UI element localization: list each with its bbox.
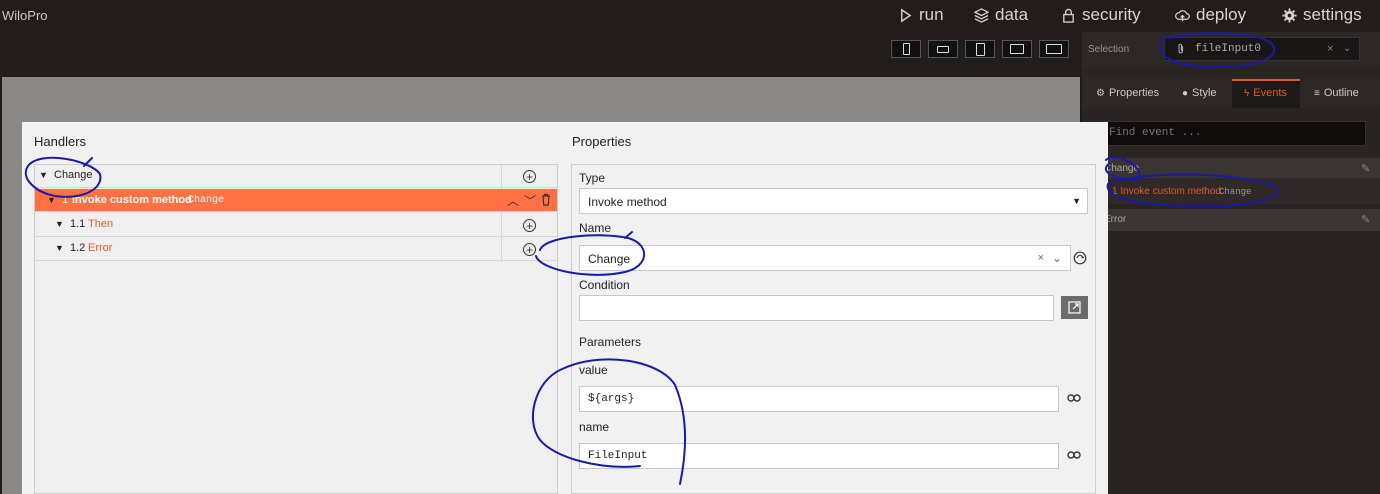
param-value-label: value	[579, 363, 608, 377]
gear-icon: ⚙	[1096, 87, 1105, 99]
condition-input[interactable]	[579, 295, 1054, 321]
tab-outline-label: Outline	[1323, 87, 1359, 99]
open-editor-button[interactable]	[1061, 296, 1088, 319]
move-down-icon[interactable]: ﹀	[524, 192, 536, 209]
edit-icon[interactable]: ✎	[1361, 213, 1370, 226]
palette-icon: ●	[1182, 87, 1189, 99]
device-desktop-button[interactable]	[1039, 40, 1069, 58]
chevron-down-icon[interactable]: ⌄	[1343, 43, 1351, 54]
trash-icon[interactable]	[541, 193, 551, 209]
triangle-down-icon: ▼	[55, 219, 64, 229]
event-handler-item[interactable]: 1 Invoke custom method	[1112, 186, 1221, 197]
device-phone-landscape-button[interactable]	[928, 40, 958, 58]
link-icon[interactable]	[1067, 449, 1081, 463]
edit-icon[interactable]: ✎	[1361, 162, 1370, 175]
clear-icon[interactable]: ×	[1038, 252, 1044, 264]
play-icon	[901, 8, 912, 22]
type-select[interactable]: Invoke method ▼	[579, 188, 1088, 214]
tree-error-label: Error	[88, 242, 113, 254]
phone-portrait-icon	[902, 43, 910, 55]
tree-row-change[interactable]: ▼ Change +	[35, 164, 557, 188]
paperclip-icon	[1176, 43, 1186, 58]
event-handler-code: Change	[1219, 187, 1252, 197]
type-select-value: Invoke method	[588, 195, 667, 209]
tab-properties-label: Properties	[1108, 87, 1160, 99]
tab-events-label: Events	[1253, 87, 1287, 99]
device-phone-portrait-button[interactable]	[891, 40, 921, 58]
nav-security-label: security	[1082, 5, 1141, 24]
tab-style-label: Style	[1192, 87, 1217, 99]
nav-run[interactable]: run	[898, 5, 944, 25]
desktop-icon	[1046, 44, 1062, 54]
name-label: Name	[579, 221, 612, 235]
refresh-icon[interactable]	[1073, 251, 1087, 268]
nav-run-label: run	[919, 5, 944, 24]
phone-landscape-icon	[937, 45, 949, 53]
parameters-label: Parameters	[579, 335, 642, 349]
condition-label: Condition	[579, 278, 630, 292]
top-bar	[0, 0, 1380, 32]
tablet-landscape-icon	[1010, 44, 1024, 54]
tablet-portrait-icon	[975, 42, 985, 56]
tree-error-number: 1.2	[70, 242, 86, 254]
handlers-title: Handlers	[34, 134, 87, 149]
tab-properties[interactable]: ⚙ Properties	[1096, 80, 1159, 106]
lightning-icon: ϟ	[1244, 87, 1250, 99]
gear-icon	[1282, 7, 1297, 23]
triangle-down-icon: ▼	[39, 170, 48, 180]
param-name-input[interactable]: FileInput	[579, 443, 1059, 469]
add-circle-icon[interactable]: +	[523, 219, 536, 232]
nav-data[interactable]: data	[974, 5, 1028, 25]
app-brand: WiloPro	[2, 8, 48, 23]
tree-invoke-label: Invoke custom method	[72, 194, 192, 206]
tree-row-then[interactable]: ▼ 1.1 Then +	[35, 213, 557, 237]
list-icon: ≡	[1314, 87, 1320, 99]
triangle-down-icon: ▼	[47, 195, 56, 205]
param-value-input[interactable]: ${args}	[579, 386, 1059, 412]
tab-events[interactable]: ϟ Events	[1244, 80, 1287, 106]
tree-then-number: 1.1	[70, 218, 86, 230]
nav-deploy[interactable]: deploy	[1175, 5, 1246, 25]
add-circle-icon[interactable]: +	[523, 170, 536, 183]
tree-row-error[interactable]: ▼ 1.2 Error +	[35, 237, 557, 261]
triangle-down-icon: ▼	[55, 243, 64, 253]
selection-label: Selection	[1088, 44, 1130, 55]
tab-outline[interactable]: ≡ Outline	[1314, 80, 1359, 106]
lock-icon	[1063, 8, 1074, 23]
tree-invoke-code: Change	[188, 195, 225, 206]
caret-down-icon: ▼	[1072, 196, 1081, 206]
device-tablet-portrait-button[interactable]	[965, 40, 995, 58]
tree-row-invoke[interactable]: ▼ 1 Invoke custom method Change ︿ ﹀	[35, 189, 557, 212]
nav-data-label: data	[995, 5, 1029, 24]
find-event-input[interactable]: Find event ...	[1104, 121, 1366, 146]
tree-change-label: Change	[54, 169, 93, 181]
database-icon	[974, 7, 989, 23]
cloud-upload-icon	[1175, 9, 1190, 21]
event-change-label: Change	[1104, 163, 1140, 174]
nav-deploy-label: deploy	[1196, 5, 1247, 24]
name-select-value: Change	[588, 252, 631, 266]
selection-clear-icon[interactable]: ×	[1327, 43, 1333, 55]
nav-settings[interactable]: settings	[1282, 5, 1362, 25]
nav-settings-label: settings	[1303, 5, 1362, 24]
tab-style[interactable]: ● Style	[1182, 80, 1217, 106]
tree-then-label: Then	[88, 218, 114, 230]
param-name-label: name	[579, 420, 610, 434]
external-link-icon	[1068, 301, 1081, 314]
device-tablet-landscape-button[interactable]	[1002, 40, 1032, 58]
event-error-header[interactable]	[1082, 209, 1380, 231]
add-circle-icon[interactable]: +	[523, 243, 536, 256]
link-icon[interactable]	[1067, 392, 1081, 406]
tree-invoke-number: 1	[62, 194, 69, 206]
chevron-down-icon[interactable]: ⌄	[1052, 251, 1062, 265]
name-select[interactable]: Change × ⌄	[579, 245, 1071, 271]
properties-title: Properties	[572, 134, 632, 149]
nav-security[interactable]: security	[1061, 5, 1141, 25]
move-up-icon[interactable]: ︿	[507, 192, 519, 209]
type-label: Type	[579, 171, 606, 185]
